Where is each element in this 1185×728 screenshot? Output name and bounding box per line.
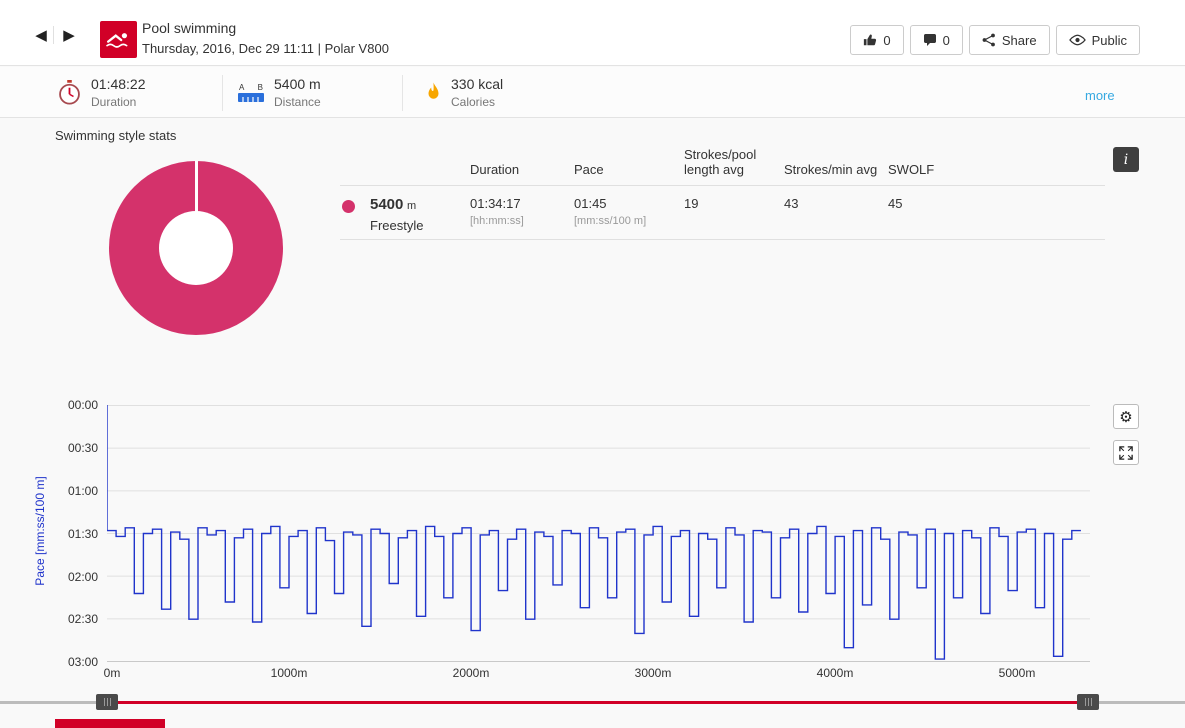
donut-segment-gap [195,161,198,213]
col-strokes-pool: Strokes/pool length avg [684,147,779,177]
calories-label: Calories [451,95,503,109]
gear-icon: ⚙ [1119,408,1132,426]
comment-bubble-icon [923,33,937,47]
duration-text: 01:48:22 Duration [91,76,146,109]
strokes-min-cell: 43 [784,196,798,211]
flame-icon [426,82,441,103]
x-tick-label: 5000m [977,666,1057,680]
page-title: Pool swimming [142,20,389,36]
x-tick-label: 4000m [795,666,875,680]
share-label: Share [1002,33,1037,48]
x-tick-label: 2000m [431,666,511,680]
pace-chart-plot[interactable] [107,405,1090,662]
bottom-red-bar-fragment [55,719,165,728]
table-row: 5400 m Freestyle 01:34:17 [hh:mm:ss] 01:… [340,186,1105,240]
chart-settings-button[interactable]: ⚙ [1113,404,1139,429]
row-distance-value: 5400 [370,196,403,213]
next-arrow-icon: ▶ [63,26,75,44]
distance-summary: A B 5400 m Distance [238,76,321,109]
col-strokes-min: Strokes/min avg [784,162,877,177]
pace-cell-value: 01:45 [574,196,646,211]
like-button[interactable]: 0 [850,25,903,55]
distance-text: 5400 m Distance [274,76,321,109]
swimming-sport-icon [100,21,137,58]
expand-icon [1119,446,1133,460]
stopwatch-icon [58,80,81,105]
info-icon: i [1124,152,1128,168]
previous-session-button[interactable]: ◀ [28,22,54,48]
summary-strip: 01:48:22 Duration A B 5400 m [0,67,1185,118]
style-name: Freestyle [370,218,423,233]
distance-ab-icon: A B [238,83,264,102]
summary-divider [402,75,403,111]
y-tick-label: 02:30 [40,612,98,626]
public-button[interactable]: Public [1056,25,1140,55]
session-subtitle: Thursday, 2016, Dec 29 11:11 | Polar V80… [142,41,389,56]
more-link[interactable]: more [1085,88,1115,103]
style-name-cell: 5400 m Freestyle [370,196,423,233]
swolf-cell: 45 [888,196,902,211]
x-tick-label: 1000m [249,666,329,680]
row-distance-unit: m [407,200,416,212]
pace-line-chart [107,405,1090,662]
duration-label: Duration [91,95,146,109]
distance-value: 5400 m [274,76,321,92]
swimmer-icon [106,31,132,49]
duration-cell-value: 01:34:17 [470,196,524,211]
header-actions: 0 0 Share Public [850,25,1140,55]
swimming-style-stats-title: Swimming style stats [55,128,176,143]
title-block: Pool swimming Thursday, 2016, Dec 29 11:… [142,20,389,56]
summary-divider [222,75,223,111]
duration-cell: 01:34:17 [hh:mm:ss] [470,196,524,227]
pace-cell-unit: [mm:ss/100 m] [574,215,646,227]
next-session-button[interactable]: ▶ [56,22,82,48]
eye-icon [1069,34,1086,46]
nav-divider [53,26,54,44]
y-tick-label: 01:30 [40,527,98,541]
range-slider-selected [107,701,1088,704]
icon-letter-b: B [258,83,263,92]
share-icon [982,33,996,47]
polar-flow-session-page: ◀ ▶ Pool swimming Thursday, 2016, Dec 29… [0,0,1185,728]
range-slider-handle-right[interactable] [1077,694,1099,710]
info-button[interactable]: i [1113,147,1139,172]
duration-cell-unit: [hh:mm:ss] [470,215,524,227]
col-pace: Pace [574,162,604,177]
calories-text: 330 kcal Calories [451,76,503,109]
donut-chart [109,161,283,335]
public-label: Public [1092,33,1127,48]
col-swolf: SWOLF [888,162,934,177]
comment-count: 0 [943,33,950,48]
icon-letter-a: A [239,83,244,92]
range-slider-handle-left[interactable] [96,694,118,710]
strokes-pool-cell: 19 [684,196,779,211]
share-button[interactable]: Share [969,25,1050,55]
comments-button[interactable]: 0 [910,25,963,55]
duration-value: 01:48:22 [91,76,146,92]
calories-value: 330 kcal [451,76,503,92]
swimming-style-table: Duration Pace Strokes/pool length avg St… [340,142,1105,240]
chart-expand-button[interactable] [1113,440,1139,465]
y-tick-label: 01:00 [40,484,98,498]
freestyle-legend-dot [342,200,355,213]
donut-hole [159,211,233,285]
x-tick-label: 0m [72,666,152,680]
like-count: 0 [883,33,890,48]
x-tick-label: 3000m [613,666,693,680]
pace-cell: 01:45 [mm:ss/100 m] [574,196,646,227]
y-tick-label: 00:00 [40,398,98,412]
ruler-icon [238,93,264,102]
y-tick-label: 00:30 [40,441,98,455]
distance-label: Distance [274,95,321,109]
table-header-row: Duration Pace Strokes/pool length avg St… [340,142,1105,186]
col-duration: Duration [470,162,519,177]
prev-arrow-icon: ◀ [35,26,47,44]
calories-summary: 330 kcal Calories [426,76,503,109]
session-header: ◀ ▶ Pool swimming Thursday, 2016, Dec 29… [0,0,1185,66]
duration-summary: 01:48:22 Duration [58,76,146,109]
thumbs-up-icon [863,33,877,47]
y-tick-label: 02:00 [40,570,98,584]
